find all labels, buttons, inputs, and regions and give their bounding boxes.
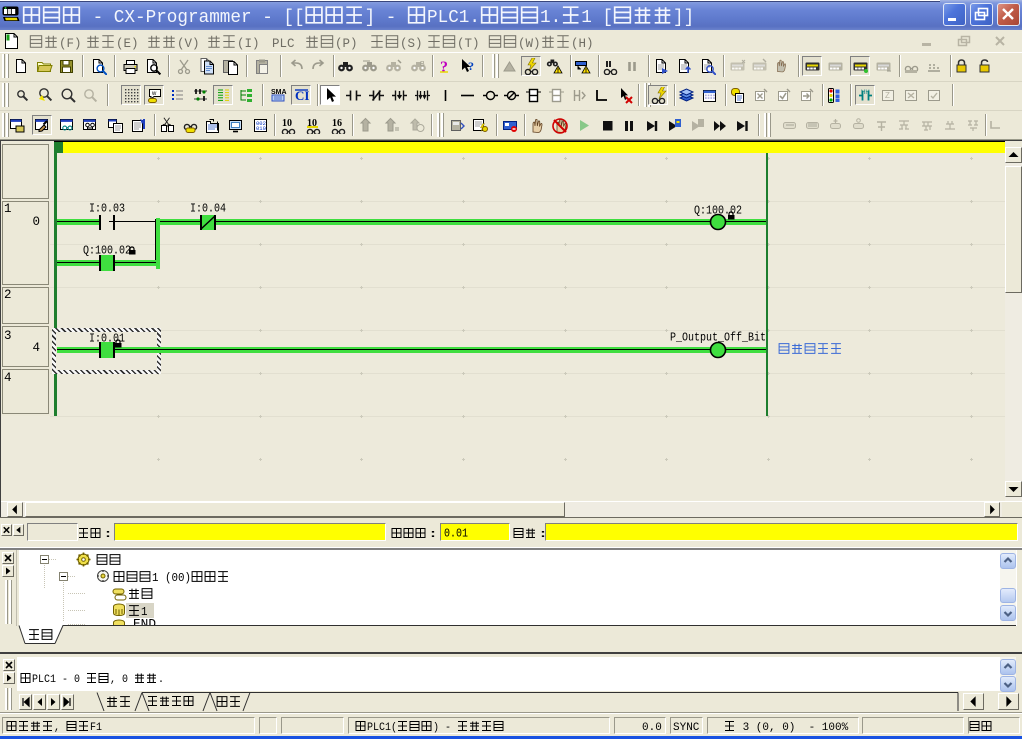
svg-text:0.01: 0.01 — [444, 527, 468, 541]
svg-text:3: 3 — [4, 329, 12, 343]
svg-text:(E): (E) — [116, 36, 139, 51]
svg-text:P_Output_Off_Bit: P_Output_Off_Bit — [670, 331, 766, 345]
svg-text:(W): (W) — [518, 36, 541, 51]
svg-text:1 (00): 1 (00) — [152, 571, 191, 585]
svg-text:B: B — [420, 61, 425, 68]
svg-text:F1: F1 — [90, 722, 102, 734]
svg-text:10: 10 — [282, 118, 292, 129]
svg-text:(P): (P) — [335, 36, 358, 51]
svg-text:(I): (I) — [237, 36, 260, 51]
svg-text::: : — [102, 529, 114, 541]
svg-text:] -: ] - — [365, 8, 407, 28]
svg-text:I:0.03: I:0.03 — [89, 202, 125, 216]
svg-text:- CX-Programmer - [[: - CX-Programmer - [[ — [82, 8, 305, 28]
svg-text:PLC1(: PLC1( — [367, 722, 397, 734]
svg-text:,: , — [54, 722, 66, 734]
svg-text:) -: ) - — [433, 722, 457, 734]
svg-text:16: 16 — [332, 118, 342, 129]
svg-text:4: 4 — [4, 371, 12, 385]
svg-text:2: 2 — [4, 288, 12, 302]
svg-text:010: 010 — [256, 125, 266, 132]
svg-text:(H): (H) — [571, 36, 594, 51]
svg-text:.: . — [158, 674, 164, 686]
svg-text:4: 4 — [32, 341, 40, 355]
svg-text:, 0: , 0 — [110, 674, 134, 686]
svg-text:1: 1 — [4, 202, 12, 216]
svg-text:PLC1 - 0: PLC1 - 0 — [32, 674, 86, 686]
svg-text:w: w — [151, 91, 157, 97]
svg-text:(S): (S) — [400, 36, 423, 51]
svg-text:SYNC: SYNC — [673, 722, 700, 734]
svg-text:(V): (V) — [177, 36, 200, 51]
svg-text:(T): (T) — [457, 36, 480, 51]
svg-text:Z: Z — [885, 91, 890, 100]
svg-text:0: 0 — [32, 215, 40, 229]
svg-text:PLC1.: PLC1. — [427, 8, 480, 28]
svg-text:3 (0, 0) - 100%: 3 (0, 0) - 100% — [736, 722, 849, 734]
svg-text:PLC: PLC — [272, 36, 295, 51]
svg-text:I:0.04: I:0.04 — [190, 202, 226, 216]
svg-text:1 [: 1 [ — [581, 8, 613, 28]
svg-text:(F): (F) — [59, 36, 82, 51]
svg-text:Q:100.02: Q:100.02 — [83, 244, 131, 258]
svg-text:0.0: 0.0 — [642, 722, 662, 734]
svg-text:]]: ]] — [673, 8, 694, 28]
svg-text:1.: 1. — [540, 8, 561, 28]
svg-text::: : — [427, 529, 439, 541]
svg-text:HH: HH — [861, 90, 870, 96]
svg-text:?: ? — [468, 59, 474, 73]
